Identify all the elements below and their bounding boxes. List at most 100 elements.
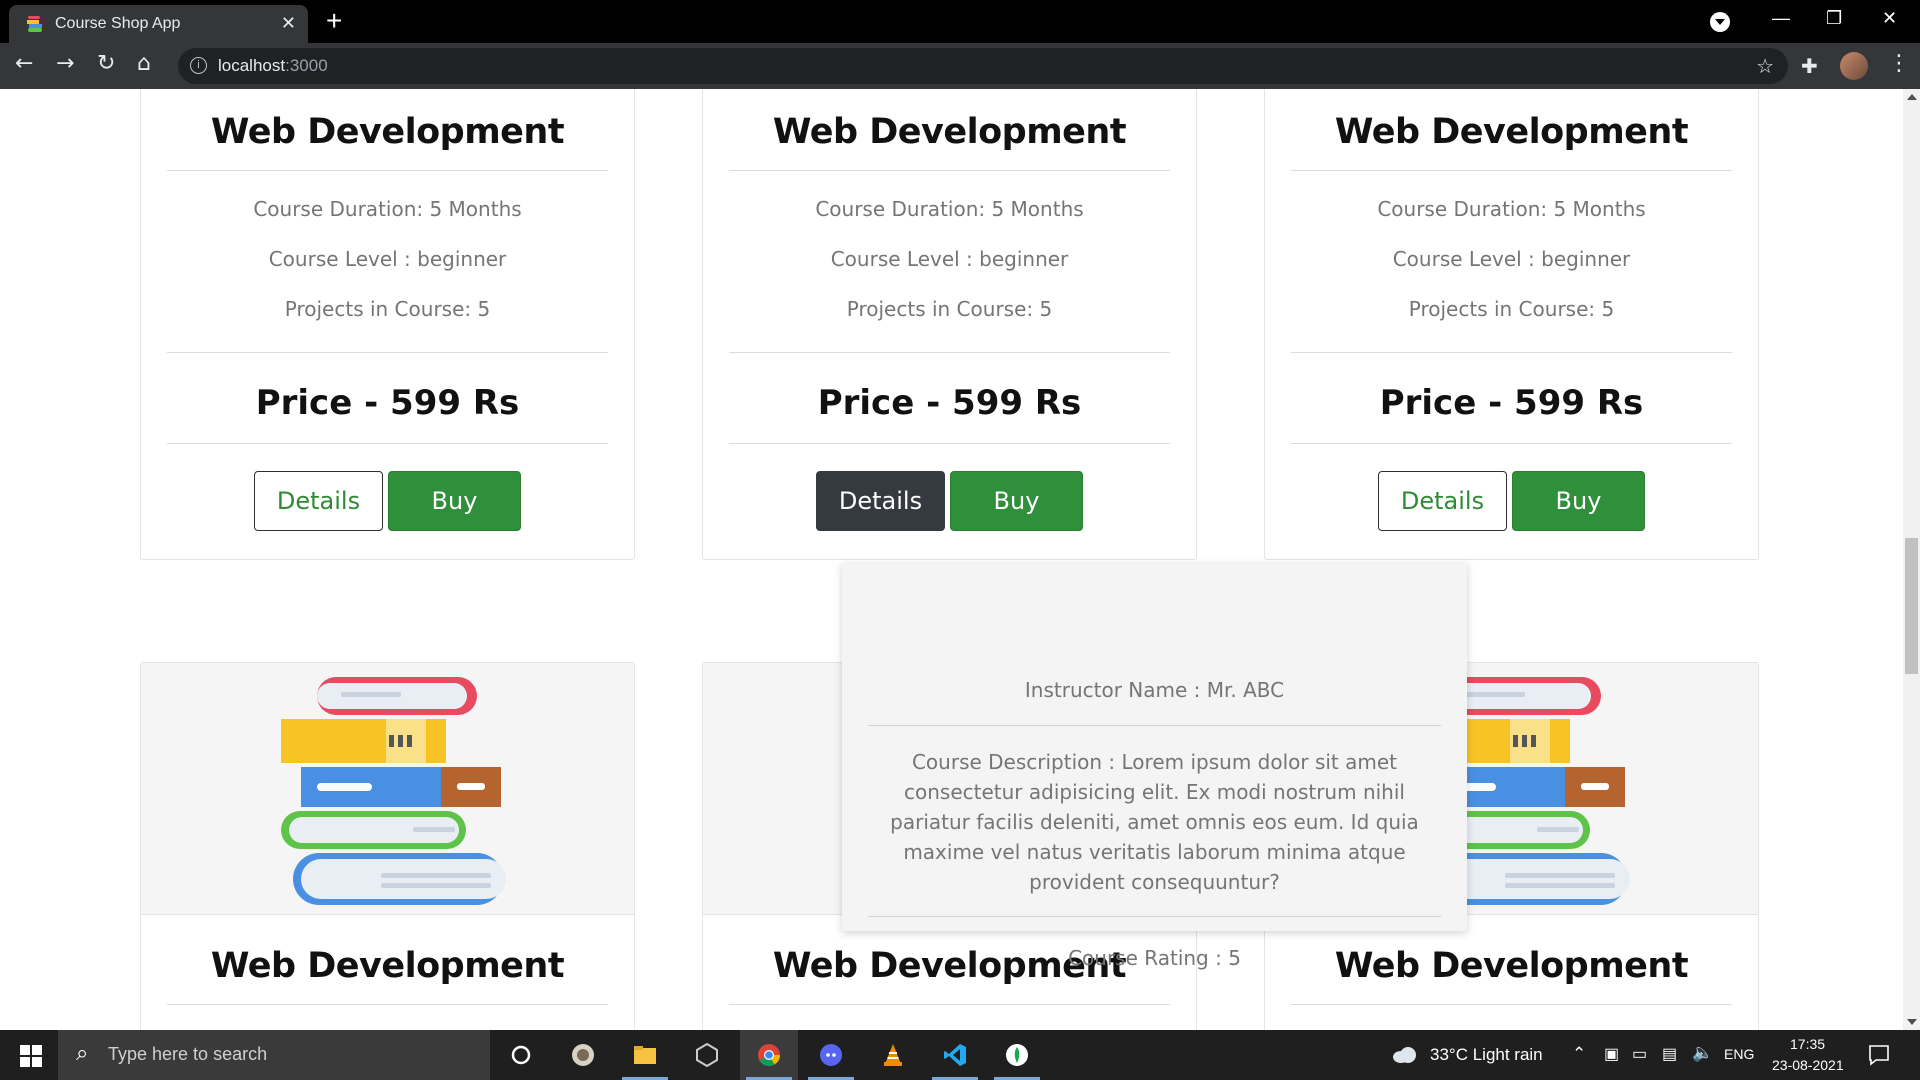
buy-button[interactable]: Buy [950,471,1083,531]
course-projects: Projects in Course: 5 [1408,297,1615,321]
scroll-thumb[interactable] [1905,538,1918,674]
course-rating: Course Rating : 5 [1068,946,1241,970]
divider [729,443,1170,444]
course-details-popover: Instructor Name : Mr. ABC Course Descrip… [842,563,1467,970]
course-title: Web Development [1334,112,1689,152]
url-text[interactable]: localhost:3000 [218,56,328,76]
chrome-icon[interactable] [740,1030,798,1080]
divider [868,916,1441,917]
divider [1291,1004,1732,1005]
divider [167,170,608,171]
extensions-puzzle-icon[interactable]: ✚ [1801,54,1818,78]
browser-tab[interactable]: Course Shop App ✕ [9,5,308,43]
course-duration: Course Duration: 5 Months [1377,197,1646,221]
battery-icon[interactable]: ▭ [1632,1044,1647,1064]
divider [167,352,608,353]
file-explorer-icon[interactable] [616,1030,674,1080]
books-stack-icon [281,677,506,905]
course-card: Web Development Course Duration: 5 Month… [702,89,1197,560]
url-host: localhost [218,56,286,75]
network-icon[interactable]: ▤ [1662,1044,1677,1064]
taskbar-search-box[interactable]: ⌕ Type here to search [58,1030,490,1080]
tray-device-icon[interactable]: ▣ [1604,1044,1619,1064]
browser-toolbar: ← → ↻ ⌂ i localhost:3000 ☆ ✚ ⋮ [0,43,1920,89]
new-tab-icon[interactable]: + [326,5,342,37]
url-port: :3000 [285,56,328,75]
page-viewport: Web Development Course Duration: 5 Month… [0,89,1903,1030]
details-button[interactable]: Details [1378,471,1507,531]
divider [1291,443,1732,444]
vscode-icon[interactable] [926,1030,984,1080]
tray-chevron-icon[interactable]: ⌃ [1572,1044,1586,1064]
divider [1291,352,1732,353]
discord-icon[interactable] [802,1030,860,1080]
description-line: provident consequuntur? [1029,870,1280,894]
cortana-icon[interactable] [492,1030,550,1080]
weather-text[interactable]: 33°C Light rain [1430,1045,1543,1065]
divider [729,170,1170,171]
divider [167,1004,608,1005]
buy-button[interactable]: Buy [1512,471,1645,531]
home-icon[interactable]: ⌂ [137,51,151,76]
mongodb-compass-icon[interactable] [988,1030,1046,1080]
back-arrow-icon[interactable]: ← [15,51,33,76]
course-level: Course Level : beginner [268,247,507,271]
course-card: Web Development Course Duration: 5 Month… [1264,89,1759,560]
divider [729,352,1170,353]
minimize-icon[interactable]: — [1772,8,1790,29]
weather-cloud-icon[interactable] [1392,1045,1418,1065]
tab-close-icon[interactable]: ✕ [281,13,296,34]
scroll-down-arrow-icon[interactable] [1907,1019,1917,1025]
description-line: pariatur facilis deleniti, amet omnis eo… [890,810,1419,834]
windows-taskbar: ⌕ Type here to search 33°C Light rain ⌃ … [0,1030,1920,1080]
tab-title: Course Shop App [55,15,181,32]
app-icon-circle[interactable] [554,1030,612,1080]
search-placeholder: Type here to search [108,1044,268,1064]
course-projects: Projects in Course: 5 [846,297,1053,321]
instructor-name: Instructor Name : Mr. ABC [1024,678,1285,702]
course-duration: Course Duration: 5 Months [815,197,1084,221]
buy-button[interactable]: Buy [388,471,521,531]
restore-icon[interactable]: ❐ [1826,8,1842,29]
windows-start-icon[interactable] [20,1045,42,1067]
divider [167,443,608,444]
course-title: Web Development [210,946,565,986]
course-price: Price - 599 Rs [1379,383,1644,423]
course-duration: Course Duration: 5 Months [253,197,522,221]
browser-menu-icon[interactable]: ⋮ [1888,51,1910,76]
course-price: Price - 599 Rs [255,383,520,423]
unity-icon[interactable] [678,1030,736,1080]
reload-icon[interactable]: ↻ [97,51,115,76]
profile-avatar[interactable] [1840,52,1868,80]
divider [729,1004,1170,1005]
course-title: Web Development [210,112,565,152]
search-icon: ⌕ [76,1041,89,1066]
volume-icon[interactable]: 🔈 [1692,1043,1713,1063]
course-image [141,663,634,915]
divider [1291,170,1732,171]
address-bar[interactable]: i localhost:3000 ☆ [178,48,1788,84]
course-title: Web Development [772,112,1127,152]
profile-download-icon[interactable] [1710,12,1730,32]
site-info-icon[interactable]: i [190,57,207,74]
page-scrollbar[interactable] [1903,89,1920,1030]
books-favicon-icon [27,16,42,32]
course-card: Web Development [140,662,635,1030]
clock-time[interactable]: 17:35 [1790,1036,1825,1052]
course-card: Web Development Course Duration: 5 Month… [140,89,635,560]
language-indicator[interactable]: ENG [1724,1046,1754,1062]
vlc-icon[interactable] [864,1030,922,1080]
clock-date[interactable]: 23-08-2021 [1772,1057,1844,1073]
description-line: Course Description : Lorem ipsum dolor s… [911,750,1398,774]
course-price: Price - 599 Rs [817,383,1082,423]
scroll-up-arrow-icon[interactable] [1907,94,1917,100]
divider [868,725,1441,726]
course-level: Course Level : beginner [830,247,1069,271]
forward-arrow-icon[interactable]: → [56,51,74,76]
notification-icon[interactable] [1868,1044,1890,1066]
window-close-icon[interactable]: ✕ [1882,8,1897,29]
bookmark-star-icon[interactable]: ☆ [1756,54,1774,78]
details-button[interactable]: Details [816,471,945,531]
details-button[interactable]: Details [254,471,383,531]
description-line: maxime vel natus veritatis laborum minim… [903,840,1406,864]
